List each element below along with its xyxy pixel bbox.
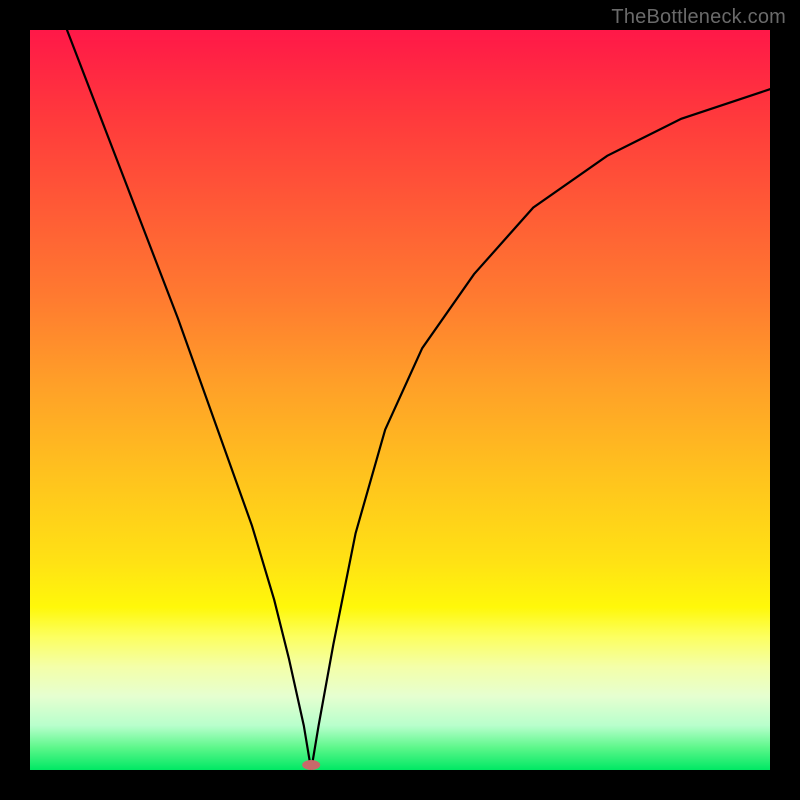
- plot-area: [30, 30, 770, 770]
- chart-frame: TheBottleneck.com: [0, 0, 800, 800]
- bottleneck-curve: [30, 30, 770, 770]
- curve-path: [67, 30, 770, 770]
- watermark-label: TheBottleneck.com: [611, 6, 786, 29]
- minimum-marker: [302, 760, 320, 770]
